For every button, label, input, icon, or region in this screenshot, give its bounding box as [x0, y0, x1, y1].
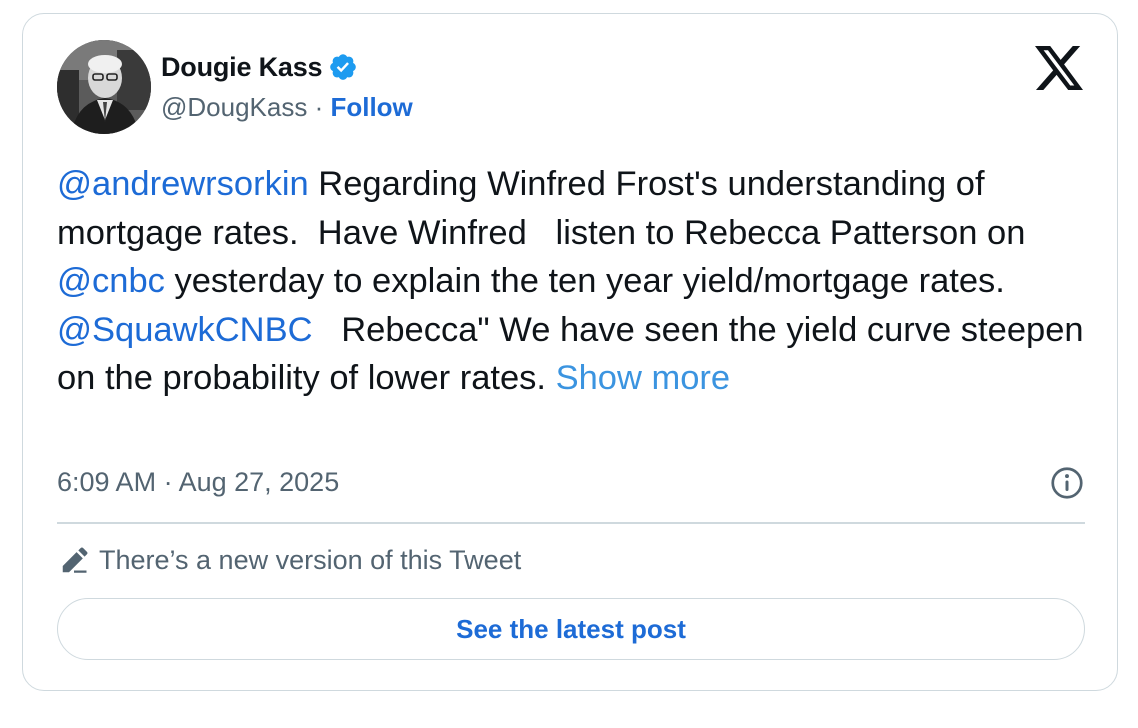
x-logo-icon[interactable] — [1035, 46, 1083, 90]
see-latest-post-label: See the latest post — [456, 613, 686, 644]
avatar[interactable] — [57, 40, 151, 134]
tweet-text: @andrewrsorkin Regarding Winfred Frost's… — [57, 160, 1097, 403]
mention-link[interactable]: @SquawkCNBC — [57, 311, 313, 349]
tweet-embed-card: Dougie Kass @DougKass · Follow @andrewrs… — [22, 13, 1118, 691]
mention-link[interactable]: @andrewrsorkin — [57, 165, 309, 203]
divider — [57, 522, 1085, 524]
author-handle-row: @DougKass · Follow — [161, 92, 413, 123]
pencil-icon — [59, 546, 89, 576]
author-name-row: Dougie Kass — [161, 50, 358, 84]
verified-badge-icon — [328, 52, 358, 82]
new-version-notice: There’s a new version of this Tweet — [59, 545, 521, 576]
tweet-text-segment: yesterday to explain the ten year yield/… — [164, 262, 1044, 300]
author-handle[interactable]: @DougKass — [161, 92, 307, 123]
new-version-text: There’s a new version of this Tweet — [99, 545, 522, 575]
handle-separator: · — [307, 92, 331, 122]
tweet-timestamp[interactable]: 6:09 AM · Aug 27, 2025 — [57, 467, 339, 498]
avatar-photo — [57, 40, 151, 134]
show-more-link[interactable]: Show more — [556, 359, 731, 397]
author-display-name[interactable]: Dougie Kass — [161, 52, 323, 83]
see-latest-post-button[interactable]: See the latest post — [57, 598, 1085, 660]
follow-link[interactable]: Follow — [330, 92, 412, 123]
info-icon[interactable] — [1049, 465, 1085, 501]
mention-link[interactable]: @cnbc — [57, 262, 165, 300]
